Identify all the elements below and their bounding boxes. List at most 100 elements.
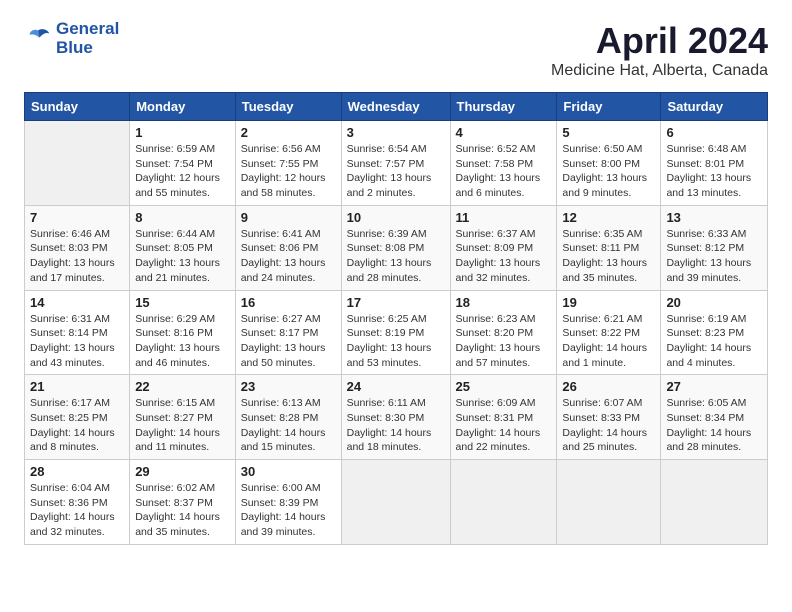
- calendar-title: April 2024: [551, 20, 768, 62]
- day-number: 26: [562, 379, 655, 394]
- logo-blue: Blue: [56, 39, 119, 58]
- logo-icon: [24, 25, 52, 53]
- table-row: 17 Sunrise: 6:25 AM Sunset: 8:19 PM Dayli…: [341, 290, 450, 375]
- table-row: 21Sunrise: 6:17 AM Sunset: 8:25 PM Dayli…: [25, 375, 130, 460]
- day-number: 22: [135, 379, 230, 394]
- col-monday: Monday: [130, 93, 236, 121]
- day-info: Sunrise: 6:48 AM Sunset: 8:01 PM Dayligh…: [666, 142, 762, 201]
- calendar-body: 1 Sunrise: 6:59 AM Sunset: 7:54 PM Daylig…: [25, 121, 768, 545]
- day-number: 6: [666, 125, 762, 140]
- logo-general: General: [56, 20, 119, 39]
- day-number: 29: [135, 464, 230, 479]
- day-number: 25: [456, 379, 552, 394]
- day-number: 2: [241, 125, 336, 140]
- table-row: 1 Sunrise: 6:59 AM Sunset: 7:54 PM Daylig…: [130, 121, 236, 206]
- day-info: Sunrise: 6:35 AM Sunset: 8:11 PM Dayligh…: [562, 227, 655, 286]
- day-number: 18: [456, 295, 552, 310]
- day-number: 23: [241, 379, 336, 394]
- col-wednesday: Wednesday: [341, 93, 450, 121]
- day-number: 10: [347, 210, 445, 225]
- table-row: 27 Sunrise: 6:05 AM Sunset: 8:34 PM Dayli…: [661, 375, 768, 460]
- logo: General Blue: [24, 20, 119, 57]
- day-info: Sunrise: 6:29 AM Sunset: 8:16 PM Dayligh…: [135, 312, 230, 371]
- table-row: 30 Sunrise: 6:00 AM Sunset: 8:39 PM Dayli…: [235, 460, 341, 545]
- col-tuesday: Tuesday: [235, 93, 341, 121]
- day-number: 27: [666, 379, 762, 394]
- table-row: [661, 460, 768, 545]
- day-info: Sunrise: 6:05 AM Sunset: 8:34 PM Dayligh…: [666, 396, 762, 455]
- day-info: Sunrise: 6:04 AM Sunset: 8:36 PM Dayligh…: [30, 481, 124, 540]
- day-info: Sunrise: 6:07 AM Sunset: 8:33 PM Dayligh…: [562, 396, 655, 455]
- table-row: 6 Sunrise: 6:48 AM Sunset: 8:01 PM Daylig…: [661, 121, 768, 206]
- table-row: 22 Sunrise: 6:15 AM Sunset: 8:27 PM Dayli…: [130, 375, 236, 460]
- day-number: 14: [30, 295, 124, 310]
- day-info: Sunrise: 6:25 AM Sunset: 8:19 PM Dayligh…: [347, 312, 445, 371]
- table-row: [25, 121, 130, 206]
- table-row: 19Sunrise: 6:21 AM Sunset: 8:22 PM Dayli…: [557, 290, 661, 375]
- day-info: Sunrise: 6:54 AM Sunset: 7:57 PM Dayligh…: [347, 142, 445, 201]
- day-info: Sunrise: 6:33 AM Sunset: 8:12 PM Dayligh…: [666, 227, 762, 286]
- table-row: 5Sunrise: 6:50 AM Sunset: 8:00 PM Daylig…: [557, 121, 661, 206]
- day-info: Sunrise: 6:39 AM Sunset: 8:08 PM Dayligh…: [347, 227, 445, 286]
- table-row: 8 Sunrise: 6:44 AM Sunset: 8:05 PM Daylig…: [130, 205, 236, 290]
- day-info: Sunrise: 6:09 AM Sunset: 8:31 PM Dayligh…: [456, 396, 552, 455]
- day-info: Sunrise: 6:27 AM Sunset: 8:17 PM Dayligh…: [241, 312, 336, 371]
- table-row: 9 Sunrise: 6:41 AM Sunset: 8:06 PM Daylig…: [235, 205, 341, 290]
- day-number: 3: [347, 125, 445, 140]
- col-friday: Friday: [557, 93, 661, 121]
- table-row: 24Sunrise: 6:11 AM Sunset: 8:30 PM Dayli…: [341, 375, 450, 460]
- table-row: 3 Sunrise: 6:54 AM Sunset: 7:57 PM Daylig…: [341, 121, 450, 206]
- day-info: Sunrise: 6:19 AM Sunset: 8:23 PM Dayligh…: [666, 312, 762, 371]
- day-info: Sunrise: 6:00 AM Sunset: 8:39 PM Dayligh…: [241, 481, 336, 540]
- day-number: 30: [241, 464, 336, 479]
- day-info: Sunrise: 6:37 AM Sunset: 8:09 PM Dayligh…: [456, 227, 552, 286]
- calendar-page: General Blue April 2024 Medicine Hat, Al…: [0, 0, 792, 561]
- day-number: 16: [241, 295, 336, 310]
- day-number: 8: [135, 210, 230, 225]
- table-row: [557, 460, 661, 545]
- day-number: 9: [241, 210, 336, 225]
- table-row: 2 Sunrise: 6:56 AM Sunset: 7:55 PM Daylig…: [235, 121, 341, 206]
- day-info: Sunrise: 6:23 AM Sunset: 8:20 PM Dayligh…: [456, 312, 552, 371]
- day-info: Sunrise: 6:13 AM Sunset: 8:28 PM Dayligh…: [241, 396, 336, 455]
- col-saturday: Saturday: [661, 93, 768, 121]
- day-info: Sunrise: 6:46 AM Sunset: 8:03 PM Dayligh…: [30, 227, 124, 286]
- day-number: 5: [562, 125, 655, 140]
- table-row: 16 Sunrise: 6:27 AM Sunset: 8:17 PM Dayli…: [235, 290, 341, 375]
- col-sunday: Sunday: [25, 93, 130, 121]
- day-info: Sunrise: 6:15 AM Sunset: 8:27 PM Dayligh…: [135, 396, 230, 455]
- table-row: 4 Sunrise: 6:52 AM Sunset: 7:58 PM Daylig…: [450, 121, 557, 206]
- day-number: 12: [562, 210, 655, 225]
- table-row: 18 Sunrise: 6:23 AM Sunset: 8:20 PM Dayli…: [450, 290, 557, 375]
- calendar-subtitle: Medicine Hat, Alberta, Canada: [551, 62, 768, 80]
- calendar-header: Sunday Monday Tuesday Wednesday Thursday…: [25, 93, 768, 121]
- day-number: 15: [135, 295, 230, 310]
- day-info: Sunrise: 6:21 AM Sunset: 8:22 PM Dayligh…: [562, 312, 655, 371]
- day-number: 4: [456, 125, 552, 140]
- table-row: 23 Sunrise: 6:13 AM Sunset: 8:28 PM Dayli…: [235, 375, 341, 460]
- day-info: Sunrise: 6:02 AM Sunset: 8:37 PM Dayligh…: [135, 481, 230, 540]
- day-number: 17: [347, 295, 445, 310]
- calendar-table: Sunday Monday Tuesday Wednesday Thursday…: [24, 92, 768, 545]
- table-row: 29 Sunrise: 6:02 AM Sunset: 8:37 PM Dayli…: [130, 460, 236, 545]
- day-info: Sunrise: 6:56 AM Sunset: 7:55 PM Dayligh…: [241, 142, 336, 201]
- table-row: 12 Sunrise: 6:35 AM Sunset: 8:11 PM Dayli…: [557, 205, 661, 290]
- day-info: Sunrise: 6:17 AM Sunset: 8:25 PM Dayligh…: [30, 396, 124, 455]
- table-row: 20Sunrise: 6:19 AM Sunset: 8:23 PM Dayli…: [661, 290, 768, 375]
- table-row: 25 Sunrise: 6:09 AM Sunset: 8:31 PM Dayli…: [450, 375, 557, 460]
- day-number: 28: [30, 464, 124, 479]
- table-row: 28 Sunrise: 6:04 AM Sunset: 8:36 PM Dayli…: [25, 460, 130, 545]
- day-info: Sunrise: 6:59 AM Sunset: 7:54 PM Dayligh…: [135, 142, 230, 201]
- header: General Blue April 2024 Medicine Hat, Al…: [24, 20, 768, 80]
- table-row: 13 Sunrise: 6:33 AM Sunset: 8:12 PM Dayli…: [661, 205, 768, 290]
- day-info: Sunrise: 6:52 AM Sunset: 7:58 PM Dayligh…: [456, 142, 552, 201]
- day-number: 11: [456, 210, 552, 225]
- table-row: 7Sunrise: 6:46 AM Sunset: 8:03 PM Daylig…: [25, 205, 130, 290]
- table-row: 14Sunrise: 6:31 AM Sunset: 8:14 PM Dayli…: [25, 290, 130, 375]
- day-number: 13: [666, 210, 762, 225]
- day-info: Sunrise: 6:44 AM Sunset: 8:05 PM Dayligh…: [135, 227, 230, 286]
- table-row: 11 Sunrise: 6:37 AM Sunset: 8:09 PM Dayli…: [450, 205, 557, 290]
- title-block: April 2024 Medicine Hat, Alberta, Canada: [551, 20, 768, 80]
- day-number: 1: [135, 125, 230, 140]
- day-info: Sunrise: 6:41 AM Sunset: 8:06 PM Dayligh…: [241, 227, 336, 286]
